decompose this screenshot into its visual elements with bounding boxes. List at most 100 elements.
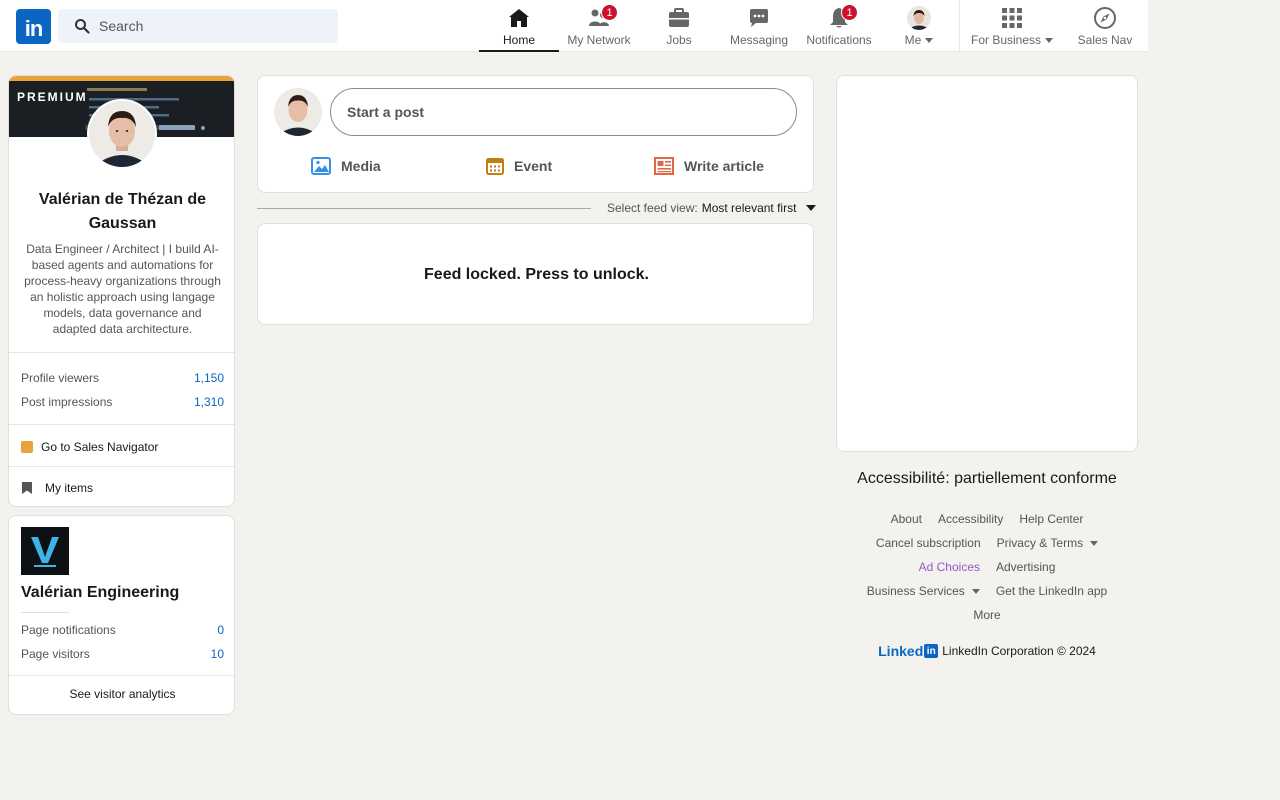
share-box: Start a post Media Event Write article (257, 75, 814, 193)
footer-row: Cancel subscription Privacy & Terms (836, 536, 1138, 550)
linkedin-wordmark-logo: Linked in (878, 643, 939, 659)
profile-avatar[interactable] (87, 99, 157, 169)
footer-copyright: Linked in LinkedIn Corporation © 2024 (836, 643, 1138, 659)
see-visitor-analytics-link[interactable]: See visitor analytics (9, 687, 234, 701)
people-icon: 1 (587, 4, 618, 30)
feed-locked-message: Feed locked. Press to unlock. (424, 266, 649, 283)
nav-sales-nav[interactable]: Sales Nav (1065, 0, 1145, 52)
footer-cancel-subscription[interactable]: Cancel subscription (876, 536, 981, 550)
event-button[interactable]: Event (486, 154, 552, 178)
stat-value: 10 (210, 647, 224, 661)
nav-salesnav-label: Sales Nav (1077, 33, 1133, 47)
nav-network-label: My Network (567, 33, 631, 47)
footer-accessibility[interactable]: Accessibility (938, 512, 1003, 526)
chevron-down-icon (971, 588, 980, 594)
feed-sort-dropdown[interactable]: Select feed view: Most relevant first (607, 201, 817, 215)
nav-jobs[interactable]: Jobs (639, 0, 719, 52)
bell-icon: 1 (827, 4, 858, 30)
divider (9, 352, 234, 353)
stat-page-visitors[interactable]: Page visitors 10 (21, 647, 224, 661)
stat-profile-viewers[interactable]: Profile viewers 1,150 (21, 371, 224, 385)
feed-sort-bar: Select feed view: Most relevant first (257, 200, 817, 216)
chat-icon (747, 6, 771, 30)
wordmark-text: Linked (878, 643, 924, 659)
nav-messaging[interactable]: Messaging (719, 0, 799, 52)
footer-row: More (836, 608, 1138, 622)
footer-privacy-terms[interactable]: Privacy & Terms (996, 536, 1099, 550)
search-input[interactable] (99, 18, 319, 34)
divider (21, 612, 69, 613)
event-label: Event (514, 158, 553, 174)
stat-label: Post impressions (21, 395, 113, 409)
footer-help-center[interactable]: Help Center (1019, 512, 1083, 526)
sales-navigator-label: Go to Sales Navigator (41, 440, 159, 454)
company-page-card: Valérian Engineering Page notifications … (8, 515, 235, 715)
divider (257, 208, 591, 209)
write-article-label: Write article (684, 158, 764, 174)
footer-row: Ad Choices Advertising (836, 560, 1138, 574)
share-avatar[interactable] (274, 88, 322, 136)
footer-about[interactable]: About (891, 512, 922, 526)
grid-icon (1001, 6, 1023, 30)
footer-business-label: Business Services (866, 584, 965, 598)
nav-home-label: Home (502, 33, 535, 47)
stat-label: Profile viewers (21, 371, 100, 385)
profile-headline: Data Engineer / Architect | I build AI-b… (24, 242, 221, 336)
nav-for-business[interactable]: For Business (970, 0, 1054, 52)
stat-value: 1,310 (193, 395, 224, 409)
nav-divider (959, 0, 960, 52)
calendar-icon (486, 158, 504, 175)
my-items-link[interactable]: My items (21, 481, 93, 495)
nav-jobs-label: Jobs (666, 33, 692, 47)
nav-business-label: For Business (970, 33, 1054, 47)
nav-notifications-label: Notifications (806, 33, 872, 47)
nav-home[interactable]: Home (479, 0, 559, 52)
feed-locked-card[interactable]: Feed locked. Press to unlock. (257, 223, 814, 325)
linkedin-logo[interactable]: in (16, 9, 51, 44)
copyright-text: LinkedIn Corporation © 2024 (942, 644, 1096, 658)
profile-card: PREMIUM Valérian de Thézan de Gaussan Da… (8, 75, 235, 507)
media-label: Media (341, 158, 381, 174)
sales-navigator-icon (21, 441, 33, 453)
nav-notifications[interactable]: 1 Notifications (799, 0, 879, 52)
divider (9, 466, 234, 467)
company-logo[interactable] (21, 527, 69, 575)
write-article-button[interactable]: Write article (654, 154, 764, 178)
briefcase-icon (667, 6, 691, 30)
company-name[interactable]: Valérian Engineering (21, 584, 179, 602)
sales-navigator-link[interactable]: Go to Sales Navigator (21, 440, 158, 454)
bookmark-icon (22, 482, 32, 494)
stat-post-impressions[interactable]: Post impressions 1,310 (21, 395, 224, 409)
footer-advertising[interactable]: Advertising (996, 560, 1055, 574)
stat-label: Page visitors (21, 647, 90, 661)
stat-label: Page notifications (21, 623, 116, 637)
nav-me-text: Me (904, 33, 922, 47)
stat-value: 0 (217, 623, 224, 637)
wordmark-box: in (924, 644, 939, 658)
top-navigation-bar: in Home 1 My Network (0, 0, 1148, 52)
accessibility-status: Accessibilité: partiellement conforme (857, 470, 1117, 487)
feed-sort-value: Most relevant first (701, 201, 797, 215)
compass-icon (1093, 6, 1117, 30)
footer-ad-choices[interactable]: Ad Choices (919, 560, 980, 574)
image-icon (311, 157, 331, 175)
search-box[interactable] (58, 9, 338, 43)
me-avatar (907, 6, 931, 30)
nav-me[interactable]: Me (879, 0, 959, 52)
footer-row: Business Services Get the LinkedIn app (836, 584, 1138, 598)
my-items-label: My items (45, 481, 93, 495)
footer-business-services[interactable]: Business Services (867, 584, 980, 598)
network-badge: 1 (601, 4, 618, 21)
footer-privacy-label: Privacy & Terms (996, 536, 1084, 550)
footer-more[interactable]: More (973, 608, 1000, 622)
nav-my-network[interactable]: 1 My Network (559, 0, 639, 52)
start-post-button[interactable]: Start a post (330, 88, 797, 136)
footer-get-app[interactable]: Get the LinkedIn app (996, 584, 1107, 598)
profile-name[interactable]: Valérian de Thézan de Gaussan (19, 188, 226, 236)
nav-business-text: For Business (970, 33, 1042, 47)
divider (9, 424, 234, 425)
caret-down-icon (806, 205, 817, 211)
ad-placeholder-card (836, 75, 1138, 452)
stat-page-notifications[interactable]: Page notifications 0 (21, 623, 224, 637)
media-button[interactable]: Media (311, 154, 381, 178)
